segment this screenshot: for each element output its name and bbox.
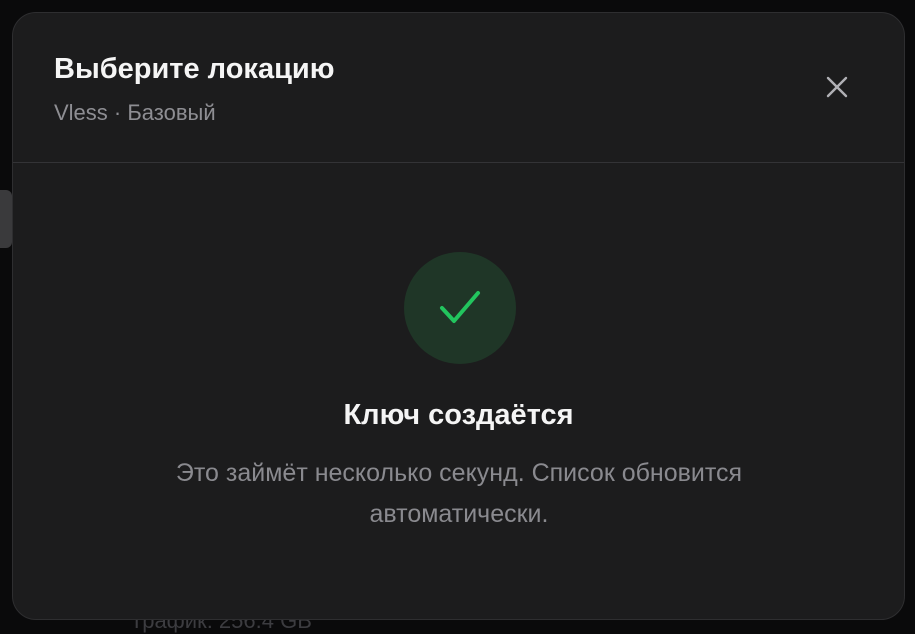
status-description: Это займёт несколько секунд. Список обно… <box>175 459 743 528</box>
background-scroll-handle <box>0 190 12 248</box>
success-indicator <box>404 252 516 364</box>
location-modal: Выберите локацию Vless · Базовый Ключ со… <box>12 12 905 620</box>
modal-title: Выберите локацию <box>54 53 335 85</box>
checkmark-icon <box>440 291 480 323</box>
modal-subtitle: Vless · Базовый <box>54 100 216 125</box>
modal-header: Выберите локацию Vless · Базовый <box>13 13 904 163</box>
close-button[interactable] <box>819 69 855 105</box>
close-icon <box>826 76 848 98</box>
status-title: Ключ создаётся <box>343 399 574 431</box>
